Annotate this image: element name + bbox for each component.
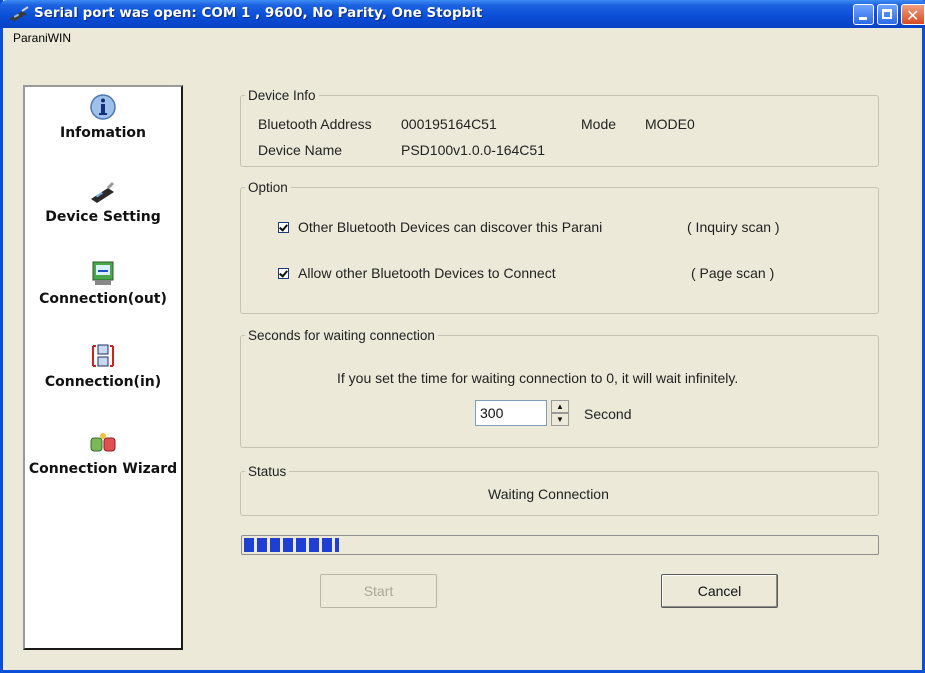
seconds-unit-label: Second [584,406,632,422]
sidebar-item-connection-wizard[interactable]: Connection Wizard [25,429,181,477]
wait-seconds-spinner: ▲ ▼ [551,400,569,426]
menu-app-name[interactable]: ParaniWIN [13,31,71,45]
sidebar-item-label: Connection Wizard [28,461,178,477]
maximize-icon [882,9,892,19]
sidebar: Infomation Device Setting Connection(out… [23,85,183,650]
status-legend: Status [248,464,287,479]
inquiry-scan-note: ( Inquiry scan ) [687,219,780,235]
sidebar-item-connection-in[interactable]: Connection(in) [25,342,181,390]
discover-label[interactable]: Other Bluetooth Devices can discover thi… [298,219,602,235]
close-icon: ✕ [906,6,920,25]
sidebar-item-label: Connection(out) [39,291,167,307]
mode-value: MODE0 [645,116,695,132]
waiting-legend: Seconds for waiting connection [248,328,435,343]
spin-down-button[interactable]: ▼ [551,413,569,426]
close-button[interactable]: ✕ [901,4,925,25]
connect-label[interactable]: Allow other Bluetooth Devices to Connect [298,265,556,281]
sidebar-item-label: Device Setting [45,209,161,225]
connect-checkbox[interactable] [278,268,289,279]
option-group: Option [240,180,879,314]
wizard-icon [90,433,116,452]
minimize-icon [859,17,867,20]
sidebar-item-connection-out[interactable]: Connection(out) [25,259,181,307]
status-text: Waiting Connection [488,486,609,502]
start-button[interactable]: Start [320,574,437,608]
connection-in-icon [92,344,114,367]
bt-address-label: Bluetooth Address [258,116,372,132]
title-bar[interactable]: Serial port was open: COM 1 , 9600, No P… [0,0,925,28]
serial-device-icon [9,6,29,21]
bt-address-value: 000195164C51 [401,116,497,132]
sidebar-item-label: Connection(in) [44,374,162,390]
mode-label: Mode [581,116,617,132]
option-legend: Option [248,180,288,195]
sidebar-item-device-setting[interactable]: Device Setting [25,177,181,225]
info-icon [90,94,116,120]
device-name-label: Device Name [258,142,343,158]
device-name-value: PSD100v1.0.0-164C51 [401,142,545,158]
main-window: Serial port was open: COM 1 , 9600, No P… [0,0,925,673]
waiting-group: Seconds for waiting connection [240,328,879,448]
page-scan-note: ( Page scan ) [691,265,775,281]
minimize-button[interactable] [853,4,874,25]
menu-bar: ParaniWIN [3,28,922,48]
progress-bar [241,535,879,555]
progress-fill [244,538,339,552]
sidebar-item-label: Infomation [60,125,146,141]
cancel-button[interactable]: Cancel [661,574,778,608]
window-title: Serial port was open: COM 1 , 9600, No P… [34,5,483,21]
usb-device-icon [91,181,115,203]
wait-seconds-input[interactable] [475,400,547,426]
device-info-legend: Device Info [248,88,316,103]
waiting-message: If you set the time for waiting connecti… [337,370,739,386]
spin-up-button[interactable]: ▲ [551,400,569,413]
maximize-button[interactable] [877,4,898,25]
discover-checkbox[interactable] [278,222,289,233]
sidebar-item-information[interactable]: Infomation [25,93,181,141]
connection-out-icon [92,261,114,285]
